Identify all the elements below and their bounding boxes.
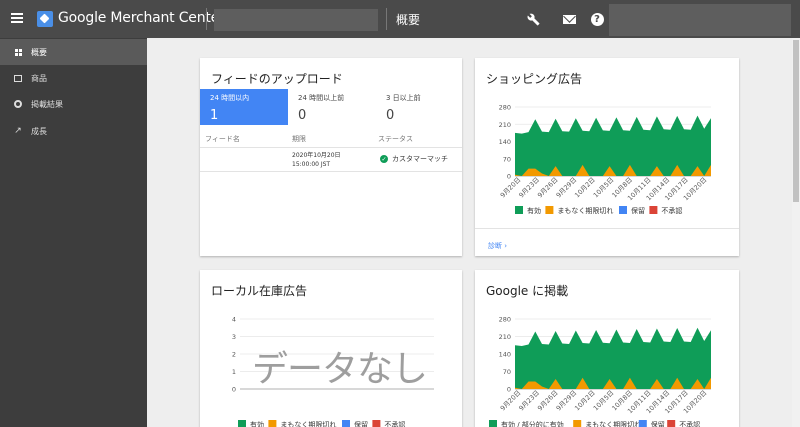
y-tick-label: 1 (232, 368, 236, 376)
user-account-area[interactable] (609, 4, 791, 36)
y-tick-label: 0 (232, 386, 236, 394)
google-listings-chart: 0701402102809月20日9月23日9月26日9月29日10月2日10月… (489, 316, 711, 427)
legend-label: 有効 (527, 206, 541, 215)
divider (200, 171, 462, 172)
row-date: 2020年10月20日 (292, 152, 341, 159)
card-title: フィードのアップロード (211, 72, 343, 86)
shopping-ads-chart: 0701402102809月20日9月23日9月26日9月29日10月2日10月… (499, 104, 711, 215)
legend-label: 有効 / 部分的に有効 (501, 420, 564, 427)
sidebar-item-performance[interactable]: 掲載結果 (0, 91, 147, 117)
link-label: 診断 (488, 242, 502, 250)
merchant-logo-icon (37, 11, 53, 27)
scrollbar-thumb[interactable] (793, 40, 799, 202)
dashboard-icon (14, 48, 22, 56)
app-title: Google Merchant Center (58, 10, 225, 26)
chevron-right-icon: › (504, 242, 508, 250)
y-tick-label: 140 (499, 138, 511, 146)
top-app-bar: Google Merchant Center 概要 ? (0, 0, 800, 38)
y-tick-label: 3 (232, 333, 236, 341)
google-listings-card: Google に掲載 0 70 140 210 280 9月20日 9月23日 9月26日 9月… (475, 270, 739, 427)
check-circle-icon: ✓ (380, 155, 388, 163)
tab-within-24h[interactable]: 24 時間以内 1 (200, 89, 288, 125)
y-tick-label: 140 (499, 351, 511, 359)
tab-over-3d[interactable]: 3 日以上前 0 (376, 89, 462, 125)
row-status: ✓ カスタマーマッチ (380, 154, 448, 164)
account-selector[interactable] (214, 9, 378, 31)
sidebar-item-label: 商品 (31, 73, 47, 83)
legend-label: 保留 (354, 420, 368, 427)
legend-swatch (619, 206, 627, 214)
y-tick-label: 210 (499, 333, 511, 341)
legend-label: 不承認 (679, 420, 700, 427)
divider (200, 147, 462, 148)
y-tick-label: 280 (499, 104, 511, 112)
y-tick-label: 4 (232, 316, 236, 324)
tab-count: 1 (210, 108, 219, 123)
tab-label: 24 時間以上前 (298, 94, 345, 102)
y-tick-label: 70 (503, 155, 511, 163)
legend-swatch (238, 420, 246, 427)
y-tick-label: 70 (503, 368, 511, 376)
y-tick-label: 2 (232, 351, 236, 359)
sidebar-item-products[interactable]: 商品 (0, 65, 147, 91)
sidebar-item-growth[interactable]: ↗ 成長 (0, 118, 147, 144)
legend-label: 不承認 (661, 206, 682, 215)
legend-swatch (667, 420, 676, 427)
legend-label: 保留 (651, 420, 665, 427)
sidebar-item-label: 掲載結果 (31, 99, 63, 109)
legend-swatch (638, 420, 647, 427)
list-icon (14, 74, 22, 82)
wrench-icon[interactable] (524, 10, 542, 28)
legend-label: 保留 (631, 206, 645, 215)
divider (475, 228, 739, 229)
legend-swatch (372, 420, 381, 427)
tab-count: 0 (298, 108, 307, 123)
legend-swatch (649, 206, 658, 214)
legend-swatch (545, 206, 554, 214)
legend-label: 有効 (250, 420, 264, 427)
column-header-status: ステータス (378, 135, 413, 143)
row-time: 15:00:00 JST (292, 161, 331, 168)
sidebar: 概要 商品 掲載結果 ↗ 成長 (0, 38, 147, 427)
ring-icon (14, 100, 22, 108)
menu-icon[interactable] (11, 13, 23, 23)
sidebar-item-label: 概要 (31, 47, 47, 57)
local-inventory-card: ローカル在庫広告 0 1 2 3 4 有効 まもなく期限切れ 保留 不承認 データなし (200, 270, 462, 427)
feed-upload-card: フィードのアップロード 24 時間以内 1 24 時間以上前 0 3 日以上前 … (200, 58, 462, 256)
legend-swatch (342, 420, 350, 427)
divider (206, 8, 207, 30)
sidebar-item-label: 成長 (31, 126, 47, 136)
help-icon[interactable]: ? (588, 10, 606, 28)
y-tick-label: 0 (507, 386, 511, 394)
shopping-ads-card: ショッピング広告 0 70 140 210 280 9月20日 9月23日 9月26日 9月29… (475, 58, 739, 256)
tab-label: 3 日以上前 (386, 94, 421, 102)
legend-label: まもなく期限切れ (280, 420, 336, 427)
legend-label: まもなく期限切れ (557, 206, 613, 215)
mail-icon[interactable] (560, 10, 578, 28)
tab-label: 24 時間以内 (210, 94, 250, 102)
tab-count: 0 (386, 108, 395, 123)
y-tick-label: 0 (507, 173, 511, 181)
legend-swatch (515, 206, 523, 214)
diagnostics-link[interactable]: 診断 › (488, 241, 507, 251)
sidebar-item-overview[interactable]: 概要 (0, 39, 147, 65)
legend-label: まもなく期限切れ (585, 420, 641, 427)
no-data-label: データなし (252, 349, 428, 390)
column-header-deadline: 期限 (292, 135, 306, 143)
legend-swatch (268, 420, 277, 427)
legend-swatch (573, 420, 582, 427)
trending-icon: ↗ (14, 126, 22, 136)
status-text: カスタマーマッチ (392, 155, 448, 163)
y-tick-label: 280 (499, 316, 511, 324)
legend-swatch (489, 420, 497, 427)
series-area-1 (515, 327, 711, 389)
series-area-1 (515, 115, 711, 176)
y-tick-label: 210 (499, 121, 511, 129)
column-header-feed-name: フィード名 (205, 135, 240, 143)
legend-label: 不承認 (384, 420, 405, 427)
divider (386, 8, 387, 30)
tab-over-24h[interactable]: 24 時間以上前 0 (288, 89, 376, 125)
row-deadline: 2020年10月20日 15:00:00 JST (292, 151, 341, 169)
page-heading: 概要 (396, 13, 421, 27)
